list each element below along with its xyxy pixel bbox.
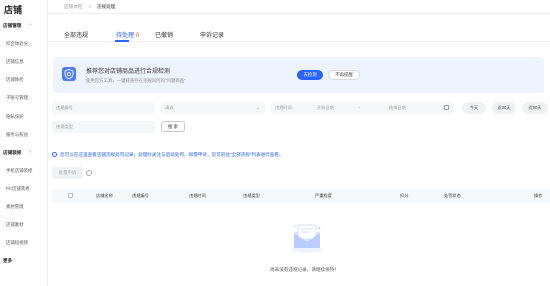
column-points: 扣分 [400, 193, 409, 198]
breadcrumb: 店铺体检 > 违规处理 [48, 0, 550, 14]
column-store-name: 店铺名称 [96, 193, 113, 198]
detect-button[interactable]: 去检测 [297, 70, 323, 80]
tab-appeals[interactable]: 申诉记录 [200, 30, 224, 39]
shield-check-icon [62, 67, 76, 81]
sidebar: 店铺 店铺管理 ^ 综合体验分 店铺信息 店铺体检 子账号管理 隐私保护 服务与权… [0, 0, 48, 286]
sidebar-item-store-assets[interactable]: 店铺素材 [6, 222, 24, 228]
sidebar-more[interactable]: 更多 [3, 258, 12, 264]
notice-text: 您可以在这里查看店铺违规处罚记录，处理时关注与后续处罚。如需申诉，您可前往“全部… [52, 152, 284, 158]
search-button[interactable]: 搜 索 [161, 121, 185, 132]
range-today-button[interactable]: 今天 [462, 102, 486, 114]
sidebar-item-store-info[interactable]: 店铺信息 [6, 59, 24, 65]
breadcrumb-current: 违规处理 [97, 4, 116, 9]
sidebar-item-services[interactable]: 服务与权益 [6, 132, 28, 138]
column-severity: 严重程度 [315, 193, 332, 198]
info-icon [52, 152, 57, 158]
calendar-icon [444, 105, 449, 110]
chevron-down-icon: ⌄ [255, 105, 260, 111]
tab-pending[interactable]: 待处理 0 [116, 30, 139, 39]
sidebar-item-privacy[interactable]: 隐私保护 [6, 114, 24, 120]
column-violation-time: 违规时间 [189, 193, 206, 198]
column-actions: 操作 [534, 193, 543, 198]
banner-subtitle: 使用官方工具，一键排查存在违规风险的"问题商品" [86, 78, 186, 83]
empty-state-text: 尚未没有违规记录，请继续保持！ [270, 267, 339, 272]
empty-envelope-icon [288, 220, 326, 254]
violation-type-select[interactable]: 违规类型 [52, 121, 155, 133]
violation-select[interactable]: 请选 ⌄ [161, 102, 265, 114]
violation-time-range[interactable]: 违规时间 开始日期 - 结束日期 [271, 102, 454, 114]
dismiss-reminder-button[interactable]: 不再提醒 [328, 70, 360, 80]
pending-count: 0 [135, 33, 140, 39]
tab-bar: 全部违规 待处理 0 已撤销 申诉记录 [48, 14, 550, 42]
compliance-banner: 推荐您对店铺商品进行合规检测 使用官方工具，一键排查存在违规风险的"问题商品" … [53, 57, 544, 93]
active-tab-indicator [115, 40, 129, 42]
sidebar-item-pc-decoration[interactable]: PC店铺装修 [6, 186, 30, 192]
sidebar-item-short-video[interactable]: 店铺短视频 [6, 240, 28, 246]
start-date-input: 开始日期 [317, 105, 334, 110]
sidebar-item-assets[interactable]: 素材管理 [6, 204, 24, 210]
banner-title: 推荐您对店铺商品进行合规检测 [86, 69, 171, 75]
collapse-icon[interactable]: ^ [29, 23, 31, 28]
table-header: 店铺名称 违规编号 违规时间 违规类型 严重程度 扣分 处罚状态 操作 [52, 189, 550, 203]
violation-no-input[interactable]: 违规编号 [52, 102, 155, 114]
help-icon[interactable] [86, 170, 92, 176]
sidebar-item-store-check[interactable]: 店铺体检 [6, 77, 24, 83]
end-date-input: 结束日期 [389, 105, 406, 110]
tab-all-violations[interactable]: 全部违规 [64, 30, 88, 39]
column-penalty-status: 处罚状态 [444, 193, 461, 198]
breadcrumb-parent[interactable]: 店铺体检 [64, 4, 82, 10]
brand-title: 店铺 [4, 5, 23, 15]
range-30-days-button[interactable]: 近30天 [492, 102, 516, 114]
column-violation-type: 违规类型 [243, 193, 260, 198]
sidebar-item-mobile-decoration[interactable]: 手机店铺装修 [6, 168, 32, 174]
tab-revoked[interactable]: 已撤销 [155, 30, 173, 39]
sidebar-item-overall-score[interactable]: 综合体验分 [6, 41, 28, 47]
column-violation-no: 违规编号 [132, 193, 149, 198]
range-90-days-button[interactable]: 近90天 [522, 102, 548, 114]
sidebar-item-sub-accounts[interactable]: 子账号管理 [6, 95, 28, 101]
batch-appeal-button[interactable]: 批量申诉 [52, 167, 83, 179]
date-separator: - [359, 105, 361, 110]
menu-group-store-decoration[interactable]: 店铺装修 ^ [3, 150, 32, 156]
menu-group-store-management[interactable]: 店铺管理 ^ [3, 23, 32, 29]
collapse-icon[interactable]: ^ [29, 150, 31, 155]
select-all-checkbox[interactable] [68, 193, 73, 198]
breadcrumb-separator: > [89, 4, 92, 9]
time-label: 违规时间 [275, 105, 292, 110]
